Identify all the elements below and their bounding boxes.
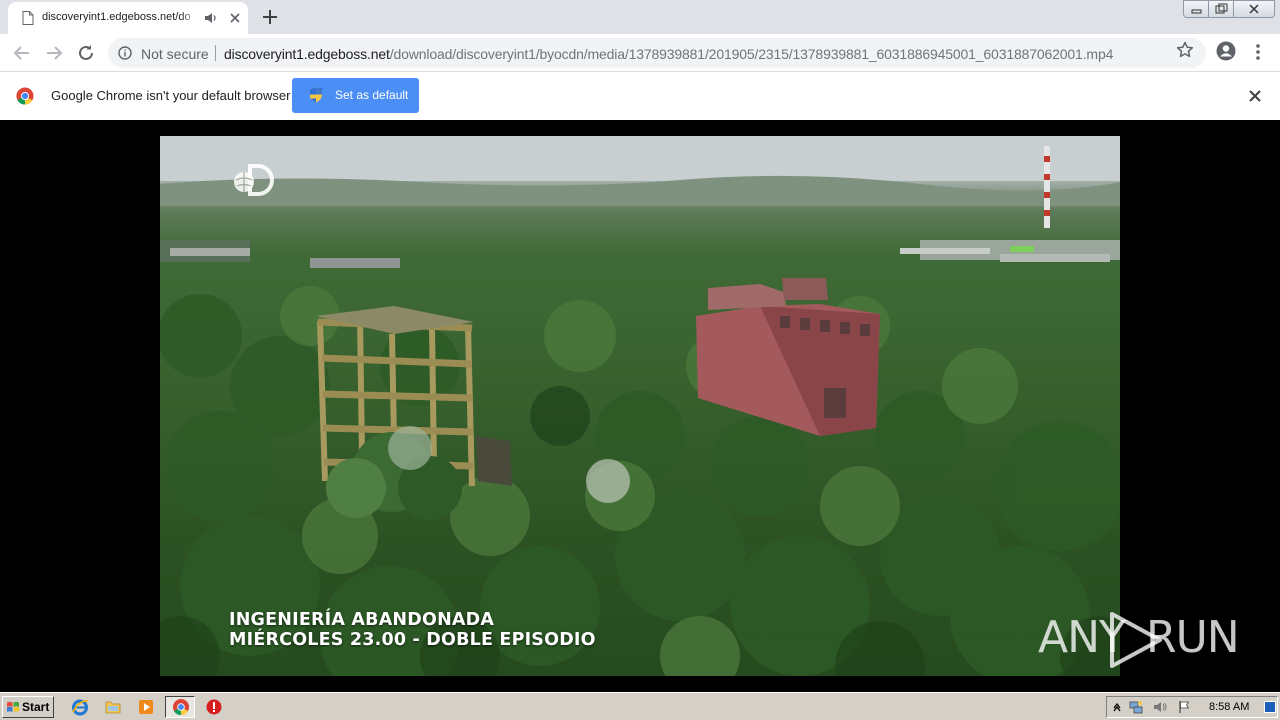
reload-icon[interactable] <box>74 41 98 65</box>
media-player-icon[interactable] <box>137 698 155 716</box>
discovery-channel-logo <box>234 164 274 196</box>
bookmark-star-icon[interactable] <box>1176 41 1194 59</box>
volume-icon[interactable] <box>1153 700 1167 714</box>
info-icon[interactable] <box>118 46 132 60</box>
system-tray: 8:58 AM <box>1106 696 1278 718</box>
url-host: discoveryint1.edgeboss.net <box>224 46 390 62</box>
infobar-message: Google Chrome isn't your default browser <box>51 88 291 103</box>
start-label: Start <box>22 700 50 714</box>
minimize-icon <box>1191 9 1202 14</box>
tab-title: discoveryint1.edgeboss.net/do <box>42 11 191 23</box>
video-frame <box>160 136 1120 676</box>
tab-strip: discoveryint1.edgeboss.net/do <box>0 0 1280 34</box>
profile-avatar-icon[interactable] <box>1215 40 1237 62</box>
watermark-run: RUN <box>1146 612 1240 663</box>
video-caption: INGENIERÍA ABANDONADA MIÉRCOLES 23.00 - … <box>229 610 596 650</box>
browser-toolbar: Not secure discoveryint1.edgeboss.net/do… <box>0 34 1280 71</box>
taskbar-chrome-button[interactable] <box>165 696 195 718</box>
windows-logo-icon <box>7 701 19 712</box>
window-close-button[interactable] <box>1233 0 1275 18</box>
close-tab-icon[interactable] <box>227 10 243 26</box>
show-hidden-icons-icon[interactable] <box>1110 700 1124 714</box>
windows-taskbar: Start 8:58 AM <box>0 692 1280 720</box>
audio-playing-icon[interactable] <box>204 11 218 25</box>
chrome-logo-icon <box>16 87 34 105</box>
uac-shield-icon <box>310 87 322 103</box>
network-icon[interactable] <box>1129 700 1143 714</box>
video-player[interactable]: INGENIERÍA ABANDONADA MIÉRCOLES 23.00 - … <box>160 136 1120 676</box>
address-bar[interactable]: Not secure discoveryint1.edgeboss.net/do… <box>108 38 1206 68</box>
url-path: /download/discoveryint1/byocdn/media/137… <box>389 46 1114 62</box>
back-icon[interactable] <box>10 41 34 65</box>
internet-explorer-icon[interactable] <box>71 698 89 716</box>
anyrun-watermark: ANY RUN <box>1038 608 1240 672</box>
folder-icon[interactable] <box>104 698 122 716</box>
browser-tab[interactable]: discoveryint1.edgeboss.net/do <box>8 2 248 34</box>
url-text[interactable]: discoveryint1.edgeboss.net/download/disc… <box>224 46 1113 62</box>
caption-line-schedule: MIÉRCOLES 23.00 - DOBLE EPISODIO <box>229 630 596 650</box>
restore-icon <box>1215 3 1228 14</box>
system-clock[interactable]: 8:58 AM <box>1209 701 1249 713</box>
show-desktop-button[interactable] <box>1264 701 1276 713</box>
document-icon <box>22 11 34 25</box>
caption-line-title: INGENIERÍA ABANDONADA <box>229 610 495 630</box>
forward-icon[interactable] <box>42 41 66 65</box>
security-status[interactable]: Not secure <box>141 46 209 62</box>
chrome-icon <box>173 699 189 716</box>
set-as-default-label: Set as default <box>335 88 409 102</box>
stop-icon[interactable] <box>205 698 223 716</box>
action-center-flag-icon[interactable] <box>1177 700 1191 714</box>
close-infobar-icon[interactable] <box>1248 89 1262 103</box>
window-minimize-button[interactable] <box>1183 0 1209 18</box>
page-content: INGENIERÍA ABANDONADA MIÉRCOLES 23.00 - … <box>0 120 1280 692</box>
new-tab-icon[interactable] <box>259 6 281 28</box>
window-restore-button[interactable] <box>1208 0 1234 18</box>
close-window-icon <box>1249 4 1259 14</box>
default-browser-infobar: Google Chrome isn't your default browser… <box>0 71 1280 120</box>
start-button[interactable]: Start <box>2 696 54 718</box>
set-as-default-button[interactable]: Set as default <box>292 78 419 113</box>
chrome-menu-icon[interactable] <box>1250 42 1266 62</box>
